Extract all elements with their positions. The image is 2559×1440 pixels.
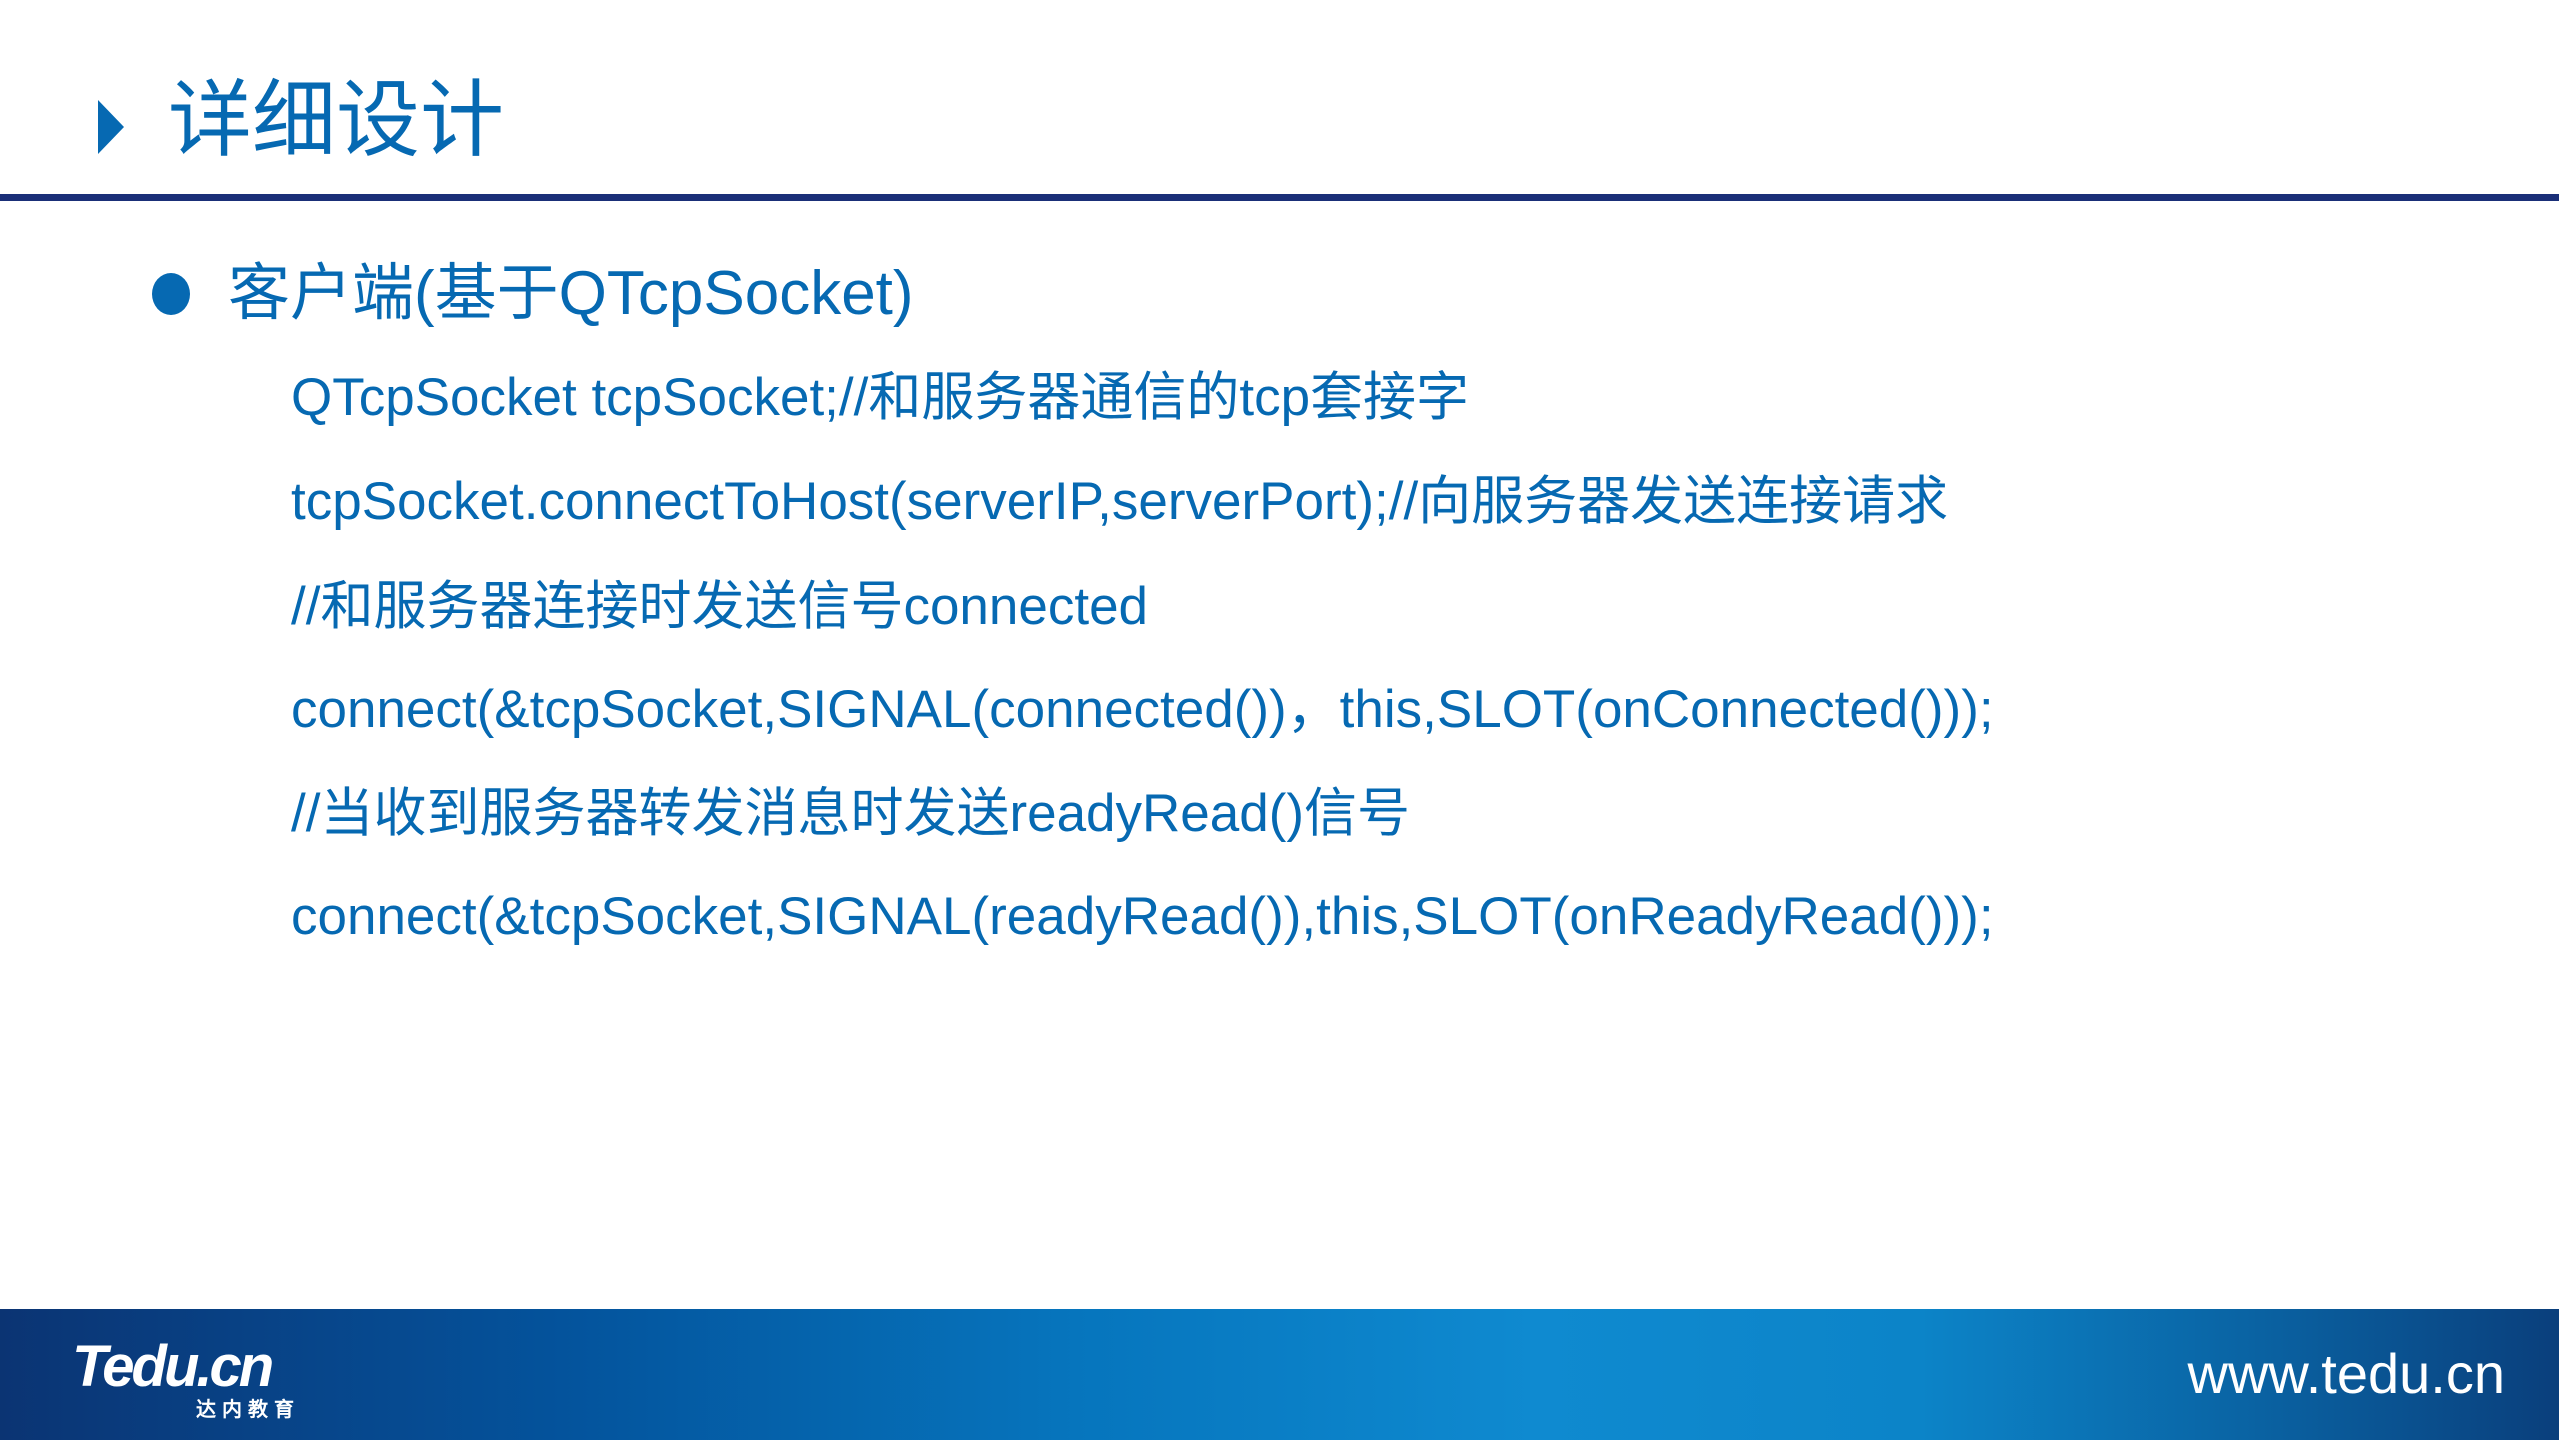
footer-bar: Tedu.cn 达内教育 www.tedu.cn (0, 1309, 2559, 1440)
header-divider (0, 194, 2559, 201)
tedu-logo-subtitle: 达内教育 (196, 1399, 300, 1421)
triangle-right-icon (98, 100, 124, 154)
tedu-logo: Tedu.cn (72, 1334, 274, 1399)
page-title: 详细设计 (168, 73, 505, 167)
bullet-heading: 客户端(基于QTcpSocket) (228, 259, 914, 328)
code-line: //和服务器连接时发送信号connected (291, 577, 1149, 636)
code-line: //当收到服务器转发消息时发送readyRead()信号 (291, 784, 1411, 843)
code-line: connect(&tcpSocket,SIGNAL(readyRead()),t… (291, 887, 1994, 946)
footer-url: www.tedu.cn (2187, 1342, 2506, 1405)
bullet-dot-icon (152, 273, 190, 315)
code-line: connect(&tcpSocket,SIGNAL(connected())，t… (291, 680, 1994, 739)
code-line: tcpSocket.connectToHost(serverIP,serverP… (291, 472, 1949, 531)
code-line: QTcpSocket tcpSocket;//和服务器通信的tcp套接字 (291, 368, 1470, 427)
